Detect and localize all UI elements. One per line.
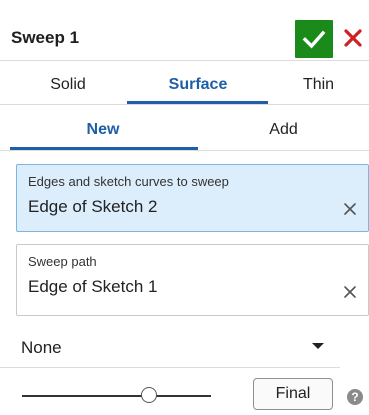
caret-down-icon xyxy=(312,343,324,349)
path-field-label: Sweep path xyxy=(28,254,97,269)
edges-field-label: Edges and sketch curves to sweep xyxy=(28,174,229,189)
dialog-title: Sweep 1 xyxy=(11,28,80,47)
profile-control-dropdown[interactable]: None xyxy=(0,327,340,368)
dropdown-selected-value: None xyxy=(21,338,62,357)
accept-button[interactable] xyxy=(295,20,333,58)
help-icon[interactable]: ? xyxy=(347,389,363,405)
tab-new[interactable]: New xyxy=(8,121,198,139)
tab-surface[interactable]: Surface xyxy=(128,76,268,94)
tab-thin[interactable]: Thin xyxy=(268,76,369,94)
edges-selection-field[interactable]: Edges and sketch curves to sweep Edge of… xyxy=(16,164,369,232)
final-button[interactable]: Final xyxy=(253,378,333,410)
sweep-feature-dialog: Sweep 1 Solid Surface Thin New Add Edges… xyxy=(0,0,369,415)
path-field-value: Edge of Sketch 1 xyxy=(28,277,158,296)
tab-solid[interactable]: Solid xyxy=(8,76,128,94)
rollback-slider-track[interactable] xyxy=(22,395,211,397)
clear-x-icon[interactable] xyxy=(343,202,357,216)
edges-field-value: Edge of Sketch 2 xyxy=(28,197,158,216)
rollback-slider-thumb[interactable] xyxy=(141,387,157,403)
operation-tabs: New Add xyxy=(0,113,369,149)
close-icon xyxy=(344,29,362,47)
checkmark-icon xyxy=(302,30,326,49)
tab-add[interactable]: Add xyxy=(198,121,369,139)
dialog-header: Sweep 1 xyxy=(0,0,369,61)
clear-x-icon[interactable] xyxy=(343,285,357,299)
cancel-button[interactable] xyxy=(339,24,367,52)
sweep-path-field[interactable]: Sweep path Edge of Sketch 1 xyxy=(16,244,369,316)
operation-tabs-divider xyxy=(0,150,369,151)
type-tabs-divider xyxy=(0,104,369,105)
